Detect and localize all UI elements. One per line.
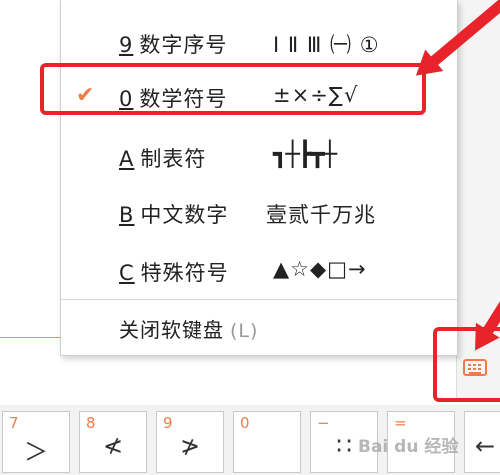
- key-shift-label: 9: [163, 414, 173, 432]
- soft-key[interactable]: 0: [233, 411, 301, 473]
- menu-item-sample: Ⅰ Ⅱ Ⅲ ㈠ ①: [273, 33, 380, 57]
- menu-item-sample: ┓┼┣┳┼: [273, 140, 337, 168]
- soft-key[interactable]: 7 ＞: [2, 411, 70, 473]
- menu-item-label: A 制表符: [119, 147, 207, 171]
- key-shift-label: 0: [240, 414, 250, 432]
- key-symbol: ＞: [24, 438, 48, 466]
- key-shift-label: −: [317, 414, 330, 432]
- highlight-box-math-symbols: [40, 63, 426, 115]
- close-soft-keyboard-item[interactable]: 关闭软键盘 (L): [119, 314, 258, 343]
- menu-item-label: B 中文数字: [119, 203, 229, 227]
- soft-key[interactable]: 9 ≯: [156, 411, 224, 473]
- menu-item-chinese-numerals[interactable]: B 中文数字 壹贰千万兆: [61, 192, 457, 232]
- menu-item-sample: 壹贰千万兆: [266, 203, 376, 227]
- backspace-key[interactable]: ←: [464, 411, 500, 473]
- previous-item-fragment: [176, 0, 456, 4]
- key-shift-label: =: [394, 414, 407, 432]
- backspace-arrow-icon: ←: [475, 432, 496, 460]
- menu-item-label: C 特殊符号: [119, 261, 229, 285]
- menu-separator: [61, 299, 457, 300]
- close-shortcut-hint: (L): [230, 320, 259, 342]
- menu-item-table-symbols[interactable]: A 制表符 ┓┼┣┳┼: [61, 136, 457, 176]
- menu-item-special-symbols[interactable]: C 特殊符号 ▲☆◆□→: [61, 250, 457, 290]
- key-symbol: ≮: [102, 432, 124, 460]
- key-shift-label: 8: [86, 414, 96, 432]
- key-shift-label: 7: [9, 414, 19, 432]
- menu-item-sample: ▲☆◆□→: [273, 257, 367, 281]
- divider-line: [0, 337, 60, 338]
- close-label: 关闭软键盘: [119, 318, 224, 342]
- watermark: Bai du 经验: [358, 437, 459, 457]
- menu-item-number-ordinals[interactable]: 9 数字序号 Ⅰ Ⅱ Ⅲ ㈠ ①: [61, 22, 457, 62]
- soft-keyboard-menu: 9 数字序号 Ⅰ Ⅱ Ⅲ ㈠ ① ✔ 0 数学符号 ±×÷∑√ A 制表符 ┓┼┣┳┼…: [60, 0, 458, 356]
- menu-item-label: 9 数字序号: [119, 33, 228, 57]
- key-symbol: ≯: [179, 432, 201, 460]
- keyboard-icon[interactable]: [463, 359, 487, 376]
- soft-key[interactable]: 8 ≮: [79, 411, 147, 473]
